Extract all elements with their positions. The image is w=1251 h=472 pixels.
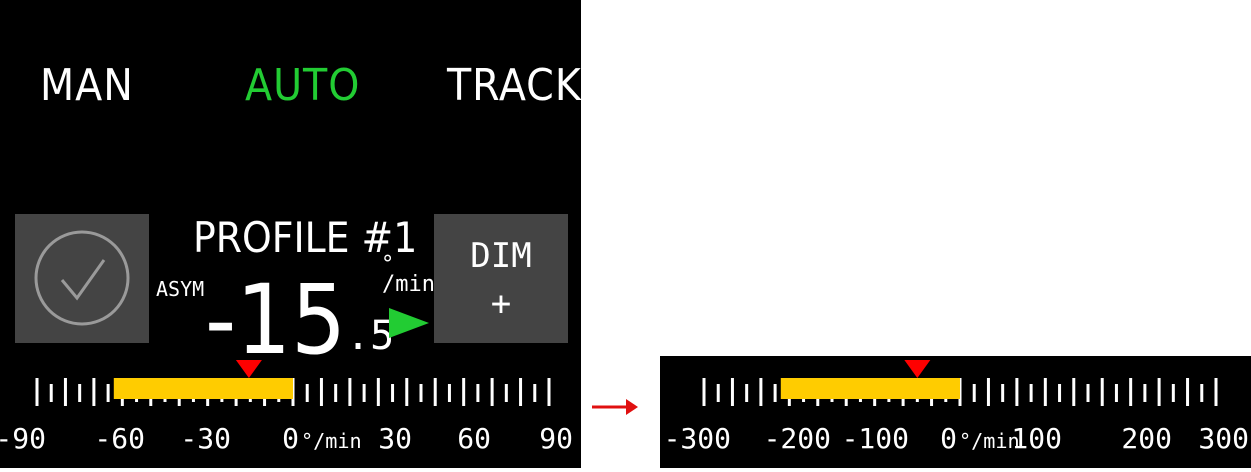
expanded-scale-tick-label: -100 — [842, 422, 909, 455]
checkmark-circle-icon — [34, 230, 130, 326]
dim-button[interactable]: DIM + — [434, 214, 568, 343]
expanded-scale-tick-label: -200 — [764, 422, 831, 455]
expanded-scale-tick-label: 300 — [1198, 422, 1249, 455]
expanded-scale-panel: -300 -200 -100 0 °/min 100 200 300 — [660, 356, 1251, 468]
mode-track-tab[interactable]: TRACK — [447, 60, 582, 111]
expanded-rate-scale: -300 -200 -100 0 °/min100 200 300 — [664, 360, 1249, 455]
rate-scale: -90 -60 -30 0 °/min 30 60 90 — [0, 360, 573, 455]
expanded-scale-tick-label: 0 — [940, 422, 957, 455]
rate-decimal: .5 — [346, 313, 395, 359]
main-scale-tick-label: 60 — [457, 422, 491, 455]
control-panel: MAN AUTO TRACK PROFILE #1 ASYM -15 .5 ° … — [0, 0, 581, 468]
right-arrow-icon — [592, 399, 638, 415]
play-arrow-icon — [389, 308, 429, 338]
dim-plus-label: + — [490, 284, 512, 324]
mode-auto-tab[interactable]: AUTO — [245, 60, 360, 111]
main-scale-unit-label: °/min — [301, 429, 362, 453]
mode-man-tab[interactable]: MAN — [40, 60, 134, 111]
expanded-scale-marker — [904, 360, 931, 378]
main-scale-tick-label: -30 — [180, 422, 231, 455]
confirm-button[interactable] — [15, 214, 149, 343]
expanded-scale-tick-label: -300 — [664, 422, 731, 455]
main-scale-tick-label: 0 — [282, 422, 299, 455]
main-scale-tick-label: -90 — [0, 422, 46, 455]
asym-label: ASYM — [156, 277, 205, 301]
main-scale-tick-label: -60 — [94, 422, 145, 455]
expanded-scale-tick-label: 200 — [1121, 422, 1172, 455]
expanded-scale-tick-label: 100 — [1011, 422, 1062, 455]
dim-label: DIM — [470, 236, 532, 276]
expanded-scale-rate-bar — [780, 378, 960, 399]
rate-unit-min: /min — [382, 272, 435, 297]
main-scale-tick-label: 90 — [539, 422, 573, 455]
main-scale-rate-bar — [113, 378, 293, 399]
main-scale-marker — [235, 360, 262, 378]
main-scale-tick-label: 30 — [378, 422, 412, 455]
